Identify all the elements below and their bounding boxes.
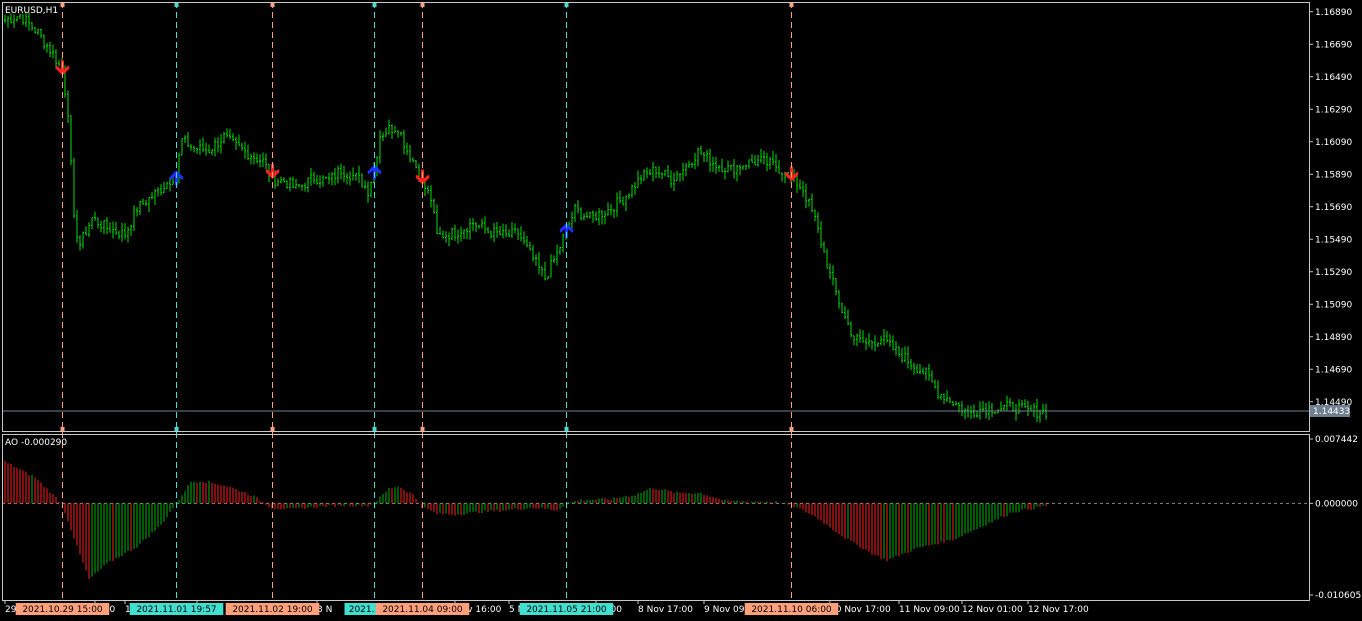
price-tick-label: 1.16890 xyxy=(1315,8,1352,18)
price-tick-label: 1.14890 xyxy=(1315,333,1352,343)
price-tick-label: 1.15490 xyxy=(1315,235,1352,245)
time-tick-label: 12 Nov 17:00 xyxy=(1028,605,1089,615)
ao-tick-label: 0.007442 xyxy=(1315,435,1358,445)
signal-marker-top xyxy=(174,3,179,7)
price-tick-label: 1.16090 xyxy=(1315,138,1352,148)
svg-text:2021.11.02 19:00: 2021.11.02 19:00 xyxy=(232,605,313,615)
signal-marker-bottom xyxy=(372,427,377,431)
signal-time-label: 2021.11.10 06:00 xyxy=(744,603,839,615)
svg-text:2021.11.04 09:00: 2021.11.04 09:00 xyxy=(382,605,463,615)
signal-time-label: 2021.10.29 15:00 xyxy=(15,603,110,615)
signal-time-label: 2021.11.04 09:00 xyxy=(375,603,470,615)
price-tick-label: 1.15290 xyxy=(1315,268,1352,278)
signal-time-label: 2021.11.02 19:00 xyxy=(225,603,320,615)
signal-time-label: 2021.11.05 21:00 xyxy=(519,603,614,615)
svg-text:2021.11.05 21:00: 2021.11.05 21:00 xyxy=(526,605,607,615)
price-tick-label: 1.14690 xyxy=(1315,365,1352,375)
ao-tick-label: 0.000000 xyxy=(1315,499,1358,509)
time-tick-label: 8 Nov 17:00 xyxy=(638,605,693,615)
signal-marker-bottom xyxy=(270,427,275,431)
chart-background xyxy=(0,0,1362,621)
signal-marker-top xyxy=(270,3,275,7)
price-tick-label: 1.16690 xyxy=(1315,40,1352,50)
svg-text:2021.10.29 15:00: 2021.10.29 15:00 xyxy=(22,605,103,615)
svg-text:2021.11.01 19:57: 2021.11.01 19:57 xyxy=(136,605,216,615)
time-tick-label: 12 Nov 01:00 xyxy=(962,605,1023,615)
signal-marker-top xyxy=(420,3,425,7)
time-tick-label: 10 Nov 17:00 xyxy=(830,605,891,615)
ao-title: AO -0.000290 xyxy=(5,438,67,448)
svg-text:2021.11.10 06:00: 2021.11.10 06:00 xyxy=(751,605,832,615)
symbol-title: EURUSD,H1 xyxy=(5,6,58,16)
current-price-label: 1.14433 xyxy=(1313,407,1350,417)
signal-marker-bottom xyxy=(564,427,569,431)
signal-marker-top xyxy=(789,3,794,7)
price-tick-label: 1.15690 xyxy=(1315,203,1352,213)
signal-time-label: 2021.11.01 19:57 xyxy=(129,603,224,615)
signal-marker-bottom xyxy=(60,427,65,431)
mt-chart-window[interactable]: 1.16890 1.16690 1.16490 1.16290 1.16090 1.158… xyxy=(0,0,1362,621)
signal-marker-bottom xyxy=(420,427,425,431)
signal-marker-bottom xyxy=(789,427,794,431)
time-tick-label: 11 Nov 09:00 xyxy=(899,605,960,615)
signal-marker-top xyxy=(564,3,569,7)
price-tick-label: 1.16490 xyxy=(1315,73,1352,83)
signal-marker-bottom xyxy=(174,427,179,431)
signal-marker-top xyxy=(60,3,65,7)
price-tick-label: 1.15890 xyxy=(1315,170,1352,180)
signal-marker-top xyxy=(372,3,377,7)
price-tick-label: 1.15090 xyxy=(1315,300,1352,310)
ao-tick-label: -0.010605 xyxy=(1315,591,1361,601)
price-tick-label: 1.16290 xyxy=(1315,105,1352,115)
